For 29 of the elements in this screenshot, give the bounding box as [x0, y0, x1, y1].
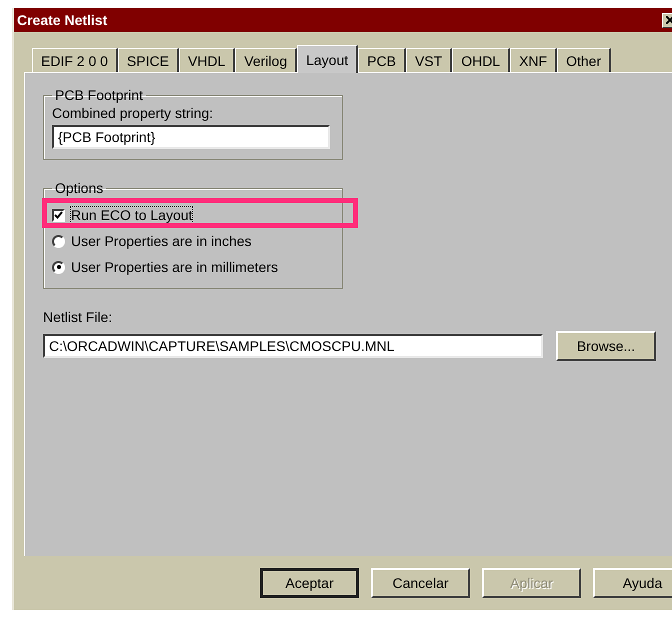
option-label: User Properties are in inches: [71, 233, 252, 249]
close-icon: [666, 16, 672, 24]
checkbox[interactable]: [52, 208, 65, 222]
tab[interactable]: PCB: [358, 48, 406, 72]
checkmark-icon: [54, 211, 63, 219]
tab[interactable]: Layout: [297, 45, 358, 73]
radio-button[interactable]: [52, 234, 65, 248]
tab[interactable]: EDIF 2 0 0: [32, 48, 118, 72]
tab[interactable]: Other: [557, 48, 612, 72]
tab[interactable]: XNF: [510, 48, 558, 72]
option-label: User Properties are in millimeters: [71, 259, 278, 275]
tab[interactable]: VST: [406, 48, 452, 72]
group-title: PCB Footprint: [54, 87, 144, 103]
field-label: Combined property string:: [52, 105, 214, 121]
window-title: Create Netlist: [17, 12, 108, 28]
dialog-button[interactable]: Cancelar: [371, 568, 470, 598]
dialog-button[interactable]: Ayuda: [593, 568, 672, 598]
tab[interactable]: OHDL: [452, 48, 510, 72]
input-field[interactable]: {PCB Footprint}: [52, 125, 330, 149]
input-field[interactable]: C:\ORCADWIN\CAPTURE\SAMPLES\CMOSCPU.MNL: [43, 334, 543, 358]
field-label: Netlist File:: [43, 309, 114, 325]
tab[interactable]: SPICE: [118, 48, 179, 72]
radio-button[interactable]: [52, 260, 65, 274]
group-title: Options: [54, 180, 104, 196]
browse-button[interactable]: Browse...: [556, 331, 656, 361]
dialog-button[interactable]: Aceptar: [260, 568, 360, 598]
tab[interactable]: Verilog: [235, 48, 298, 72]
tab[interactable]: VHDL: [178, 48, 236, 72]
option-label: Run ECO to Layout: [71, 207, 192, 223]
